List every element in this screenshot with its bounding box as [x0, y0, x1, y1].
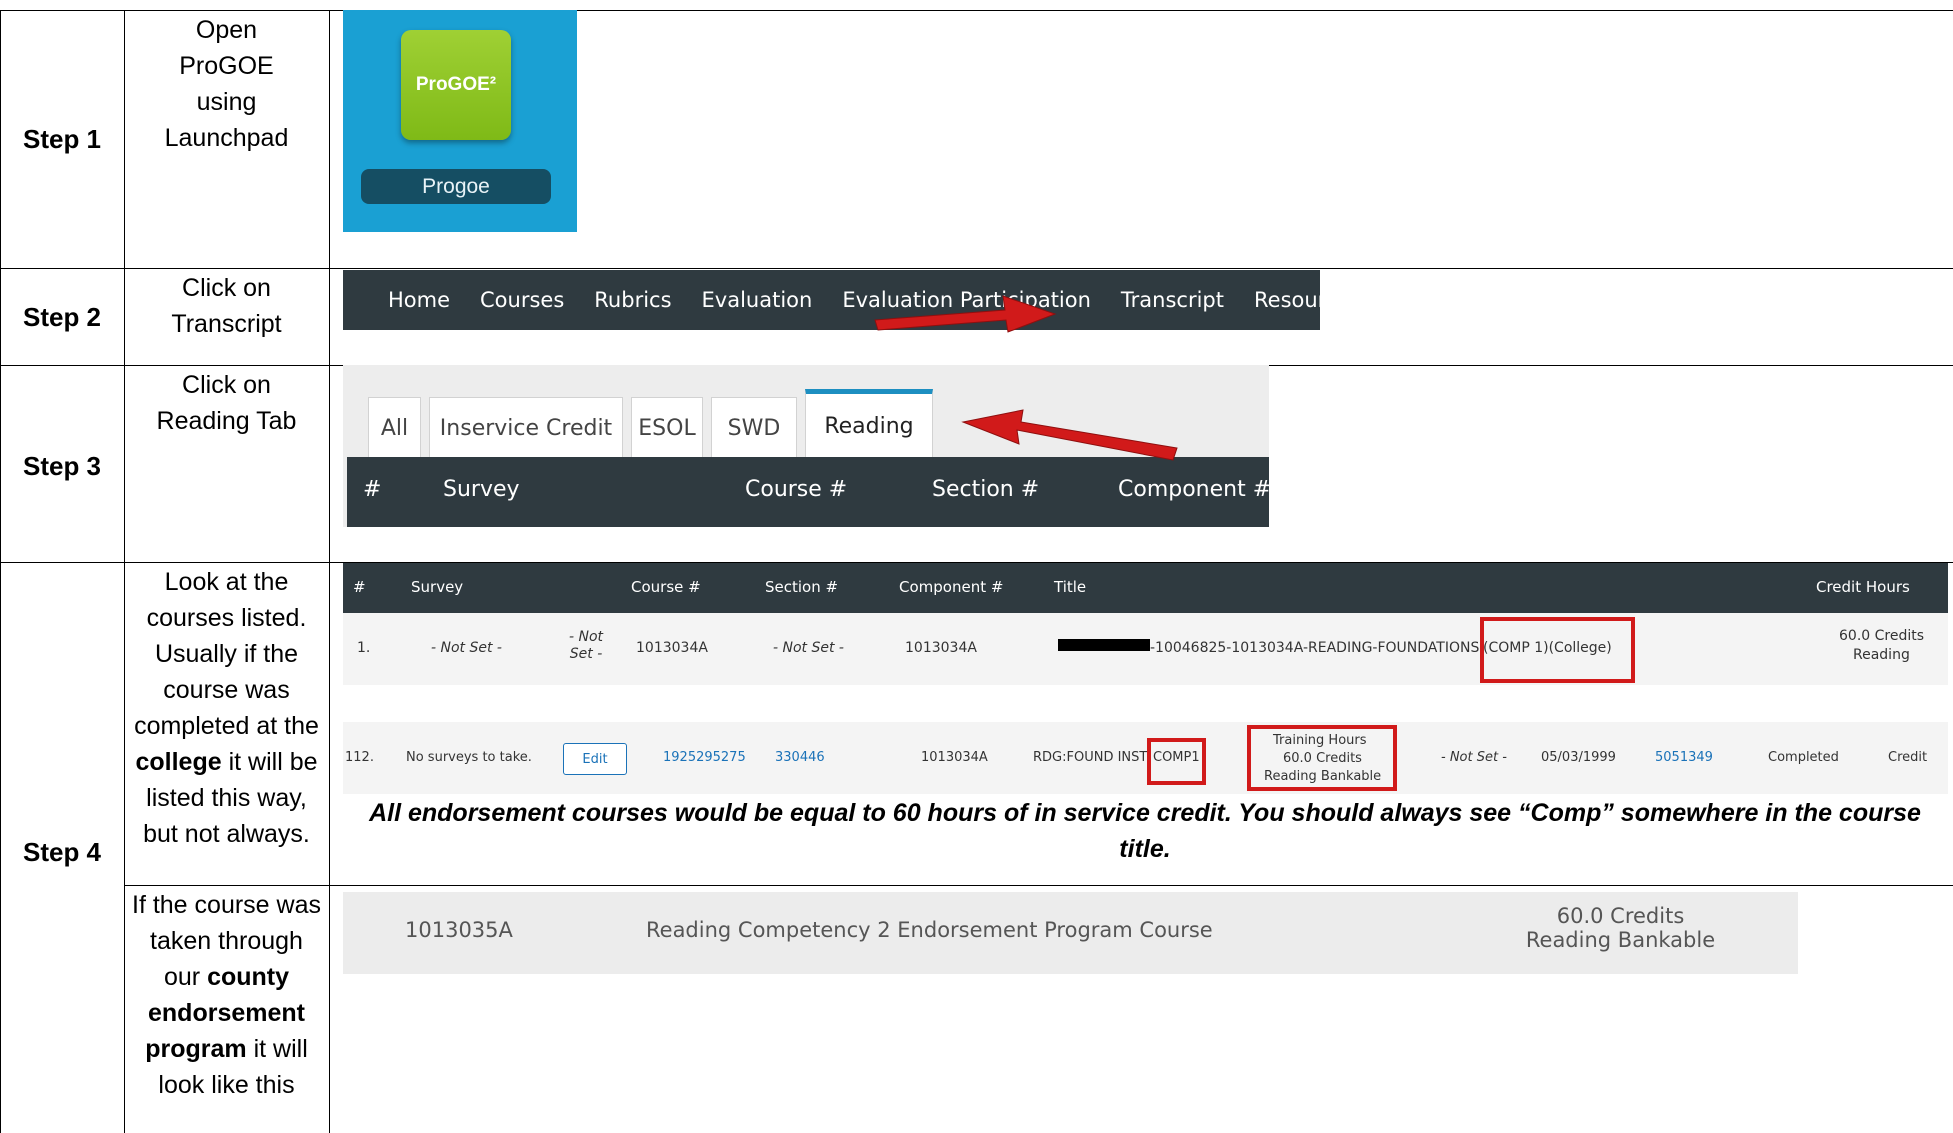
step-4-instruction: Look at the courses listed. Usually if t… [124, 564, 329, 852]
tabs-header-course: Course # [745, 477, 848, 502]
red-arrow-step3 [961, 409, 1178, 461]
row2-title: RDG:FOUND INST [1033, 750, 1148, 765]
row2-type: Credit [1888, 750, 1928, 765]
county-endorsement-row: 1013035A Reading Competency 2 Endorsemen… [343, 892, 1798, 974]
highlight-box-credits [1247, 725, 1397, 791]
endorsement-note: All endorsement courses would be equal t… [369, 799, 1921, 863]
nav-evaluation[interactable]: Evaluation [702, 288, 813, 312]
red-arrow-step2 [874, 295, 1057, 333]
tab-inservice-credit[interactable]: Inservice Credit [429, 397, 623, 459]
step-2-instruction: Click on Transcript [171, 274, 282, 338]
tr-header-title: Title [1054, 578, 1087, 596]
transcript-table-header: # Survey Course # Section # Component # … [343, 563, 1948, 613]
instruction-document: Step 1 Step 2 Step 3 Step 4 Open ProGOE … [0, 0, 1953, 1133]
step-1-label: Step 1 [22, 124, 102, 154]
row2-link-2[interactable]: 330446 [775, 750, 825, 765]
launchpad-tile[interactable]: ProGOE² Progoe [343, 10, 577, 232]
row1-component: 1013034A [905, 640, 977, 656]
step-4-bold-college: college [135, 748, 222, 776]
row2-link-3[interactable]: 5051349 [1655, 750, 1713, 765]
step-3-label: Step 3 [22, 451, 102, 481]
nav-courses[interactable]: Courses [480, 288, 564, 312]
edit-button[interactable]: Edit [563, 743, 627, 775]
tabs-header-num: # [363, 477, 382, 502]
tab-reading[interactable]: Reading [805, 389, 933, 459]
nav-rubrics[interactable]: Rubrics [594, 288, 671, 312]
row1-survey: - Not Set - [431, 640, 502, 656]
tr-header-component: Component # [899, 578, 1004, 596]
step-4-label: Step 4 [22, 837, 102, 867]
county-credit-1: 60.0 Credits [1556, 904, 1685, 928]
redacted-block [1058, 639, 1150, 651]
progoe-app-label: Progoe [361, 169, 551, 204]
tabs-header-component: Component # [1118, 477, 1272, 502]
row2-link-1[interactable]: 1925295275 [663, 750, 746, 765]
table-border-step2 [0, 268, 1953, 269]
row1-section: - Not Set - [773, 640, 844, 656]
tr-header-credit: Credit Hours [1816, 578, 1910, 596]
nav-resources[interactable]: Resources [1254, 288, 1361, 312]
step-2-label: Step 2 [22, 302, 102, 332]
tr-header-num: # [353, 578, 366, 596]
table-border-col2 [329, 10, 330, 1133]
step-3-instruction: Click on Reading Tab [156, 371, 297, 435]
row2-date: 05/03/1999 [1541, 750, 1616, 765]
row2-status: Completed [1768, 750, 1839, 765]
tab-esol[interactable]: ESOL [631, 397, 703, 459]
nav-transcript[interactable]: Transcript [1121, 288, 1224, 312]
step-1-instruction: Open ProGOE using Launchpad [164, 16, 289, 152]
highlight-box-comp-college [1480, 617, 1635, 683]
row2-num: 112. [345, 750, 374, 765]
row1-title: -10046825-1013034A-READING-FOUNDATIONS [1150, 640, 1480, 656]
county-credit-block: 60.0 Credits Reading Bankable [1513, 904, 1728, 952]
table-border-top [0, 10, 1953, 11]
progoe-app-icon[interactable]: ProGOE² [401, 30, 511, 140]
nav-home[interactable]: Home [388, 288, 450, 312]
county-title: Reading Competency 2 Endorsement Program… [646, 918, 1213, 942]
tabs-header-survey: Survey [443, 477, 520, 502]
row1-credit-1: 60.0 Credits [1839, 628, 1925, 644]
tab-all[interactable]: All [368, 397, 421, 459]
tr-header-section: Section # [765, 578, 839, 596]
progoe-navbar: Home Courses Rubrics Evaluation Evaluati… [343, 270, 1361, 330]
table-border-left [0, 10, 1, 1133]
highlight-box-comp1 [1147, 738, 1206, 785]
tr-header-survey: Survey [411, 578, 464, 596]
tab-swd[interactable]: SWD [711, 397, 797, 459]
row2-not-set: - Not Set - [1441, 750, 1507, 765]
table-border-step4b [124, 885, 1953, 886]
row1-credit-2: Reading [1853, 647, 1910, 663]
row1-course: 1013034A [636, 640, 708, 656]
step-4-text-a: Look at the courses listed. Usually if t… [134, 568, 319, 740]
row2-survey: No surveys to take. [406, 750, 532, 765]
tr-header-course: Course # [631, 578, 701, 596]
row1-num: 1. [357, 640, 371, 656]
tabs-header-section: Section # [932, 477, 1040, 502]
row1-survey-2: - Not Set - [568, 629, 604, 662]
county-credit-2: Reading Bankable [1525, 928, 1716, 952]
progoe-icon-text: ProGOE² [415, 74, 497, 95]
county-course: 1013035A [405, 918, 513, 942]
table-row: 1. - Not Set - - Not Set - 1013034A - No… [343, 613, 1948, 685]
step-4-instruction-2: If the course was taken through our coun… [124, 887, 329, 1103]
table-row: 112. No surveys to take. Edit 1925295275… [343, 722, 1948, 794]
row2-component: 1013034A [921, 750, 988, 765]
